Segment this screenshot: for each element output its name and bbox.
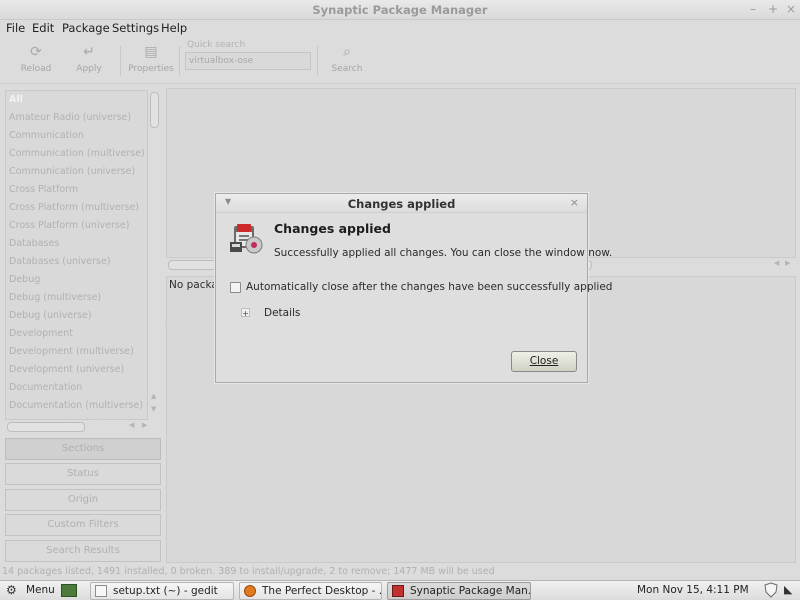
scroll-left-icon[interactable]: ◀ <box>774 259 779 267</box>
taskbar-item-gedit[interactable]: setup.txt (~) - gedit <box>90 582 234 600</box>
synaptic-app-icon <box>230 224 263 254</box>
category-vertical-scrollbar[interactable]: ▲ ▼ <box>149 90 161 420</box>
category-horizontal-scrollbar[interactable]: ◀ ▶ <box>5 421 160 433</box>
toolbar-separator <box>317 46 318 76</box>
scroll-right-icon[interactable]: ▶ <box>142 421 147 429</box>
category-item[interactable]: Cross Platform (universe) <box>6 217 147 235</box>
status-button[interactable]: Status <box>5 463 161 485</box>
menu-edit[interactable]: Edit <box>32 21 54 35</box>
changes-applied-dialog: ▼ Changes applied × Changes applied Succ… <box>215 193 612 383</box>
scrollbar-thumb[interactable] <box>7 422 85 432</box>
apply-icon: ↵ <box>83 44 95 60</box>
close-window-icon[interactable]: × <box>784 2 798 16</box>
auto-close-checkbox[interactable] <box>230 282 241 293</box>
taskbar-firefox-label: The Perfect Desktop - ... <box>262 585 382 597</box>
scroll-up-icon[interactable]: ▲ <box>151 392 156 400</box>
category-item[interactable]: Documentation (universe) <box>6 415 147 419</box>
category-item[interactable]: Documentation (multiverse) <box>6 397 147 415</box>
quick-search-label: Quick search <box>187 40 246 50</box>
reload-icon: ⟳ <box>30 44 42 60</box>
search-icon: ⌕ <box>343 44 351 60</box>
details-expander-icon[interactable]: + <box>241 308 250 318</box>
menu-help[interactable]: Help <box>161 21 187 35</box>
reload-button[interactable]: ⟳ Reload <box>18 44 54 84</box>
category-item[interactable]: Debug (multiverse) <box>6 289 147 307</box>
status-bar: 14 packages listed, 1491 installed, 0 br… <box>2 566 495 577</box>
show-desktop-button[interactable] <box>60 582 80 600</box>
category-item[interactable]: Development <box>6 325 147 343</box>
search-label: Search <box>331 64 363 74</box>
sections-button[interactable]: Sections <box>5 438 161 460</box>
scroll-down-icon[interactable]: ▼ <box>151 405 156 413</box>
category-item[interactable]: All <box>6 91 147 109</box>
taskbar-item-synaptic[interactable]: Synaptic Package Man... <box>387 582 531 600</box>
category-item[interactable]: Development (multiverse) <box>6 343 147 361</box>
category-list[interactable]: All Amateur Radio (universe) Communication… <box>5 90 148 420</box>
properties-button[interactable]: ▤ Properties <box>127 44 175 84</box>
taskbar-menu-button[interactable]: ⚙ Menu <box>4 582 55 600</box>
shield-icon <box>764 582 778 598</box>
properties-icon: ▤ <box>144 44 158 60</box>
category-item[interactable]: Cross Platform (multiverse) <box>6 199 147 217</box>
apply-button[interactable]: ↵ Apply <box>73 44 105 84</box>
search-button[interactable]: ⌕ Search <box>329 44 365 84</box>
taskbar-clock[interactable]: Mon Nov 15, 4:11 PM <box>637 582 749 600</box>
dialog-message: Successfully applied all changes. You ca… <box>274 247 613 259</box>
dialog-title: Changes applied <box>347 197 456 211</box>
dialog-heading: Changes applied <box>274 221 391 236</box>
toolbar-separator <box>120 46 121 76</box>
taskbar-item-firefox[interactable]: The Perfect Desktop - ... <box>239 582 382 600</box>
category-item[interactable]: Databases <box>6 235 147 253</box>
origin-button[interactable]: Origin <box>5 489 161 511</box>
window-title: Synaptic Package Manager <box>312 3 488 17</box>
toolbar-separator <box>179 46 180 76</box>
category-item[interactable]: Debug (universe) <box>6 307 147 325</box>
network-icon[interactable]: ◣ <box>784 582 798 600</box>
taskbar-gedit-label: setup.txt (~) - gedit <box>113 585 218 597</box>
minimize-icon[interactable]: – <box>746 2 760 16</box>
menu-settings[interactable]: Settings <box>112 21 159 35</box>
text-editor-icon <box>95 585 107 597</box>
scroll-left-icon[interactable]: ◀ <box>129 421 134 429</box>
taskbar-menu-label: Menu <box>26 584 55 596</box>
update-shield-icon[interactable] <box>764 582 780 600</box>
dialog-close-icon[interactable]: × <box>570 196 579 209</box>
firefox-icon <box>244 585 256 597</box>
taskbar-synaptic-label: Synaptic Package Man... <box>410 585 531 597</box>
category-item[interactable]: Databases (universe) <box>6 253 147 271</box>
synaptic-icon <box>392 585 404 597</box>
details-expander-label[interactable]: Details <box>264 307 300 319</box>
search-results-button[interactable]: Search Results <box>5 540 161 562</box>
category-item[interactable]: Amateur Radio (universe) <box>6 109 147 127</box>
menubar: File Edit Package Settings Help <box>0 20 800 38</box>
auto-close-label[interactable]: Automatically close after the changes ha… <box>246 281 612 293</box>
maximize-icon[interactable]: + <box>766 2 780 16</box>
menu-file[interactable]: File <box>6 21 25 35</box>
quick-search-input[interactable] <box>185 52 311 70</box>
close-button[interactable]: Close <box>511 351 577 372</box>
toolbar: ⟳ Reload ↵ Apply ▤ Properties ⌕ Search <box>0 38 800 84</box>
category-item[interactable]: Communication (multiverse) <box>6 145 147 163</box>
category-item[interactable]: Development (universe) <box>6 361 147 379</box>
menu-gear-icon: ⚙ <box>6 583 17 597</box>
apply-label: Apply <box>76 64 102 74</box>
taskbar: ⚙ Menu setup.txt (~) - gedit The Perfect… <box>0 580 800 600</box>
category-item[interactable]: Documentation <box>6 379 147 397</box>
scroll-right-icon[interactable]: ▶ <box>785 259 790 267</box>
properties-label: Properties <box>128 64 174 74</box>
category-item[interactable]: Communication (universe) <box>6 163 147 181</box>
dialog-titlebar: ▼ Changes applied × <box>216 194 587 213</box>
category-item[interactable]: Cross Platform <box>6 181 147 199</box>
menu-package[interactable]: Package <box>62 21 110 35</box>
show-desktop-icon <box>61 584 77 597</box>
window-titlebar: Synaptic Package Manager – + × <box>0 0 800 20</box>
category-item[interactable]: Communication <box>6 127 147 145</box>
custom-filters-button[interactable]: Custom Filters <box>5 514 161 536</box>
reload-label: Reload <box>20 64 52 74</box>
scrollbar-thumb[interactable] <box>150 92 159 128</box>
category-item[interactable]: Debug <box>6 271 147 289</box>
